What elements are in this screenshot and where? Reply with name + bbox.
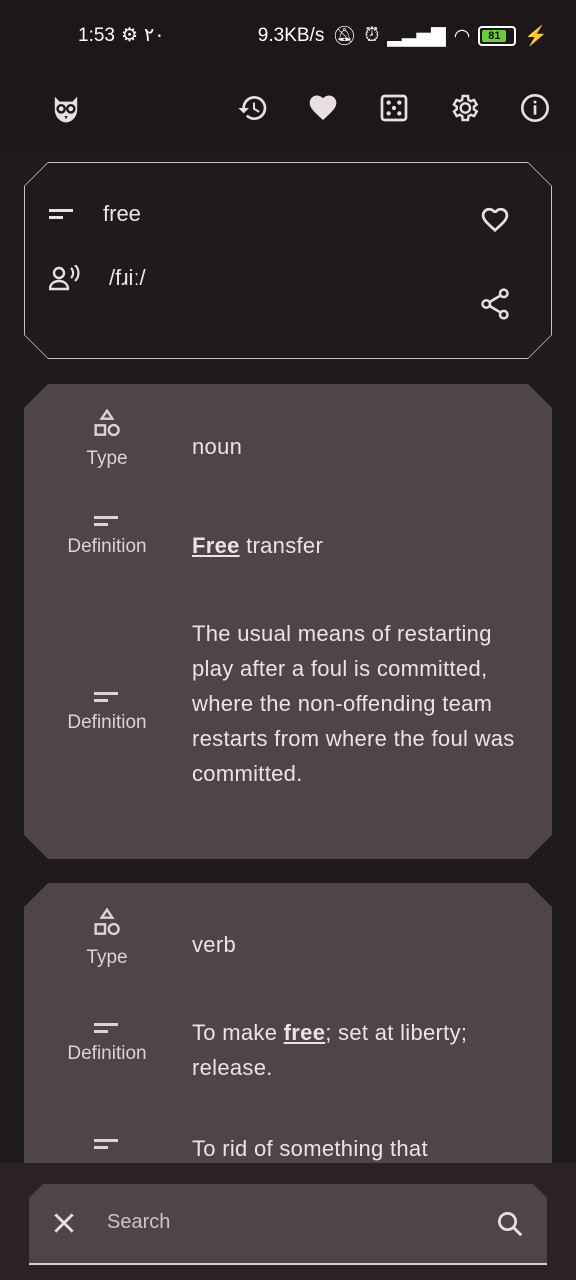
definition-label: Definition bbox=[67, 536, 147, 557]
signal-icon: ▂▃▅▇ bbox=[387, 25, 446, 47]
status-extra: ٢٠ bbox=[144, 25, 165, 46]
pronunciation-speaker-icon bbox=[49, 265, 80, 291]
battery-icon: 81 bbox=[478, 26, 517, 46]
definition-label: Definition bbox=[67, 1043, 147, 1064]
short-text-icon bbox=[94, 1137, 120, 1151]
entry-card-verb: Type verb Definition To make free; set a… bbox=[24, 883, 552, 1163]
alarm-icon: ⏰︎ bbox=[364, 25, 380, 46]
mute-icon: 🔕︎ bbox=[332, 26, 357, 47]
content-scroll[interactable]: free /fɹiː/ Type noun Definition Free tr… bbox=[0, 150, 576, 1163]
favorites-heart-icon[interactable] bbox=[301, 86, 345, 130]
definition-text: To rid of something that bbox=[192, 1136, 428, 1161]
short-text-icon bbox=[94, 690, 120, 704]
shapes-icon bbox=[91, 907, 123, 939]
definition-label: Definition bbox=[67, 712, 147, 733]
definition-text: To make free; set at liberty; release. bbox=[192, 1020, 468, 1080]
word-card: free /fɹiː/ bbox=[24, 162, 552, 359]
short-text-icon bbox=[49, 209, 73, 219]
owl-logo-icon bbox=[44, 86, 88, 130]
info-icon[interactable] bbox=[513, 86, 557, 130]
settings-gear-icon[interactable] bbox=[442, 86, 486, 130]
definition-text: Free transfer bbox=[192, 533, 324, 558]
share-icon[interactable] bbox=[480, 287, 510, 326]
net-speed: 9.3KB/s bbox=[257, 25, 325, 46]
history-icon[interactable] bbox=[231, 86, 275, 130]
search-input[interactable]: Search bbox=[107, 1211, 170, 1234]
entry-card-noun: Type noun Definition Free transfer Defin… bbox=[24, 384, 552, 859]
search-field[interactable]: Search bbox=[29, 1184, 547, 1264]
shapes-icon bbox=[91, 408, 123, 440]
type-value: verb bbox=[192, 932, 236, 957]
wifi-icon: ◠ bbox=[453, 25, 471, 47]
type-label: Type bbox=[86, 448, 128, 469]
app-bar bbox=[0, 72, 576, 150]
short-text-icon bbox=[94, 1021, 120, 1035]
search-underline bbox=[29, 1263, 547, 1265]
type-label: Type bbox=[86, 947, 128, 968]
type-value: noun bbox=[192, 434, 243, 459]
search-icon[interactable] bbox=[495, 1209, 525, 1244]
definition-bold-word[interactable]: free bbox=[284, 1020, 326, 1045]
short-text-icon bbox=[94, 514, 120, 528]
settings-status-icon: ⚙ bbox=[120, 25, 139, 46]
definition-bold-word[interactable]: Free bbox=[192, 533, 240, 558]
bottom-search-bar: Search bbox=[0, 1163, 576, 1280]
favorite-word-heart-icon[interactable] bbox=[480, 205, 510, 238]
charging-icon: ⚡ bbox=[524, 26, 548, 47]
random-dice-icon[interactable] bbox=[372, 86, 416, 130]
definition-text: The usual means of restarting play after… bbox=[192, 621, 515, 786]
word-pronunciation: /fɹiː/ bbox=[109, 265, 146, 290]
status-bar: 1:53 ⚙ ٢٠ 9.3KB/s 🔕︎ ⏰︎ ▂▃▅▇ ◠ 81 ⚡ bbox=[0, 0, 576, 72]
clear-close-icon[interactable] bbox=[51, 1210, 77, 1241]
status-time: 1:53 bbox=[78, 24, 115, 46]
word-text: free bbox=[103, 201, 141, 226]
